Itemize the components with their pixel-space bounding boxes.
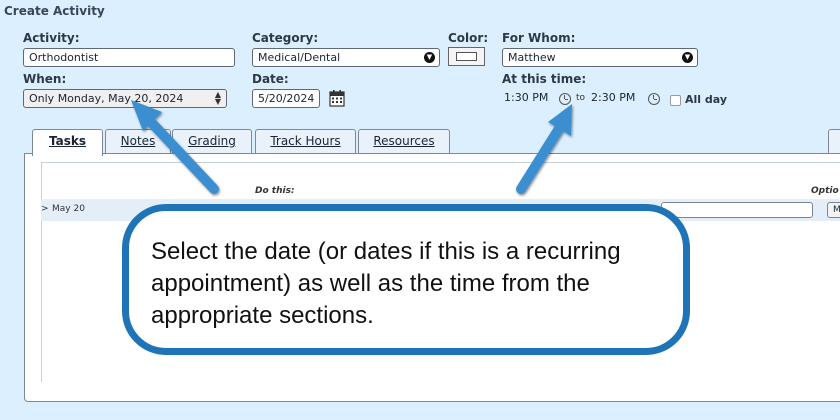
row-date: May 20 [52, 204, 85, 214]
clock-icon[interactable] [648, 93, 660, 105]
time-to-label: to [576, 93, 586, 103]
all-day-label: All day [685, 93, 728, 106]
end-time-value: 2:30 PM [591, 91, 636, 104]
calendar-icon[interactable] [329, 89, 345, 107]
when-label: When: [23, 72, 67, 86]
activity-input[interactable]: Orthodontist [23, 48, 235, 67]
category-value: Medical/Dental [258, 51, 341, 64]
color-swatch [456, 52, 477, 61]
for-whom-value: Matthew [508, 51, 556, 64]
tab-tasks[interactable]: Tasks [32, 129, 103, 156]
page-title: Create Activity [4, 4, 105, 18]
tab-notes[interactable]: Notes [105, 129, 171, 154]
chevron-down-icon: ▼ [682, 52, 693, 63]
updown-icon: ▲ ▼ [214, 90, 221, 106]
when-select[interactable]: Only Monday, May 20, 2024 ▲ ▼ [23, 89, 227, 108]
all-day-checkbox[interactable] [670, 95, 681, 106]
color-picker[interactable] [448, 47, 485, 66]
tab-grading[interactable]: Grading [172, 129, 252, 154]
callout-text: Select the date (or dates if this is a r… [151, 238, 621, 329]
do-this-header: Do this: [255, 186, 295, 196]
options-header: Optio [811, 186, 839, 196]
chevron-down-icon: ▼ [424, 52, 435, 63]
callout-box: Select the date (or dates if this is a r… [122, 204, 690, 355]
category-select[interactable]: Medical/Dental ▼ [252, 48, 440, 67]
tab-track-hours[interactable]: Track Hours [255, 129, 356, 154]
start-time-value: 1:30 PM [504, 91, 549, 104]
task-input[interactable] [661, 202, 813, 218]
row-expand-toggle[interactable]: > [41, 204, 49, 214]
for-whom-select[interactable]: Matthew ▼ [502, 48, 698, 67]
date-input[interactable]: 5/20/2024 [252, 89, 320, 108]
date-label: Date: [252, 72, 289, 86]
activity-label: Activity: [23, 31, 80, 45]
time-label: At this time: [502, 72, 587, 86]
when-value: Only Monday, May 20, 2024 [29, 92, 184, 105]
category-label: Category: [252, 31, 319, 45]
tab-resources[interactable]: Resources [358, 129, 450, 154]
color-label: Color: [448, 31, 489, 45]
more-button[interactable]: More [827, 202, 840, 218]
for-whom-label: For Whom: [502, 31, 576, 45]
tab-overflow[interactable] [828, 129, 840, 154]
clock-icon[interactable] [559, 93, 571, 105]
